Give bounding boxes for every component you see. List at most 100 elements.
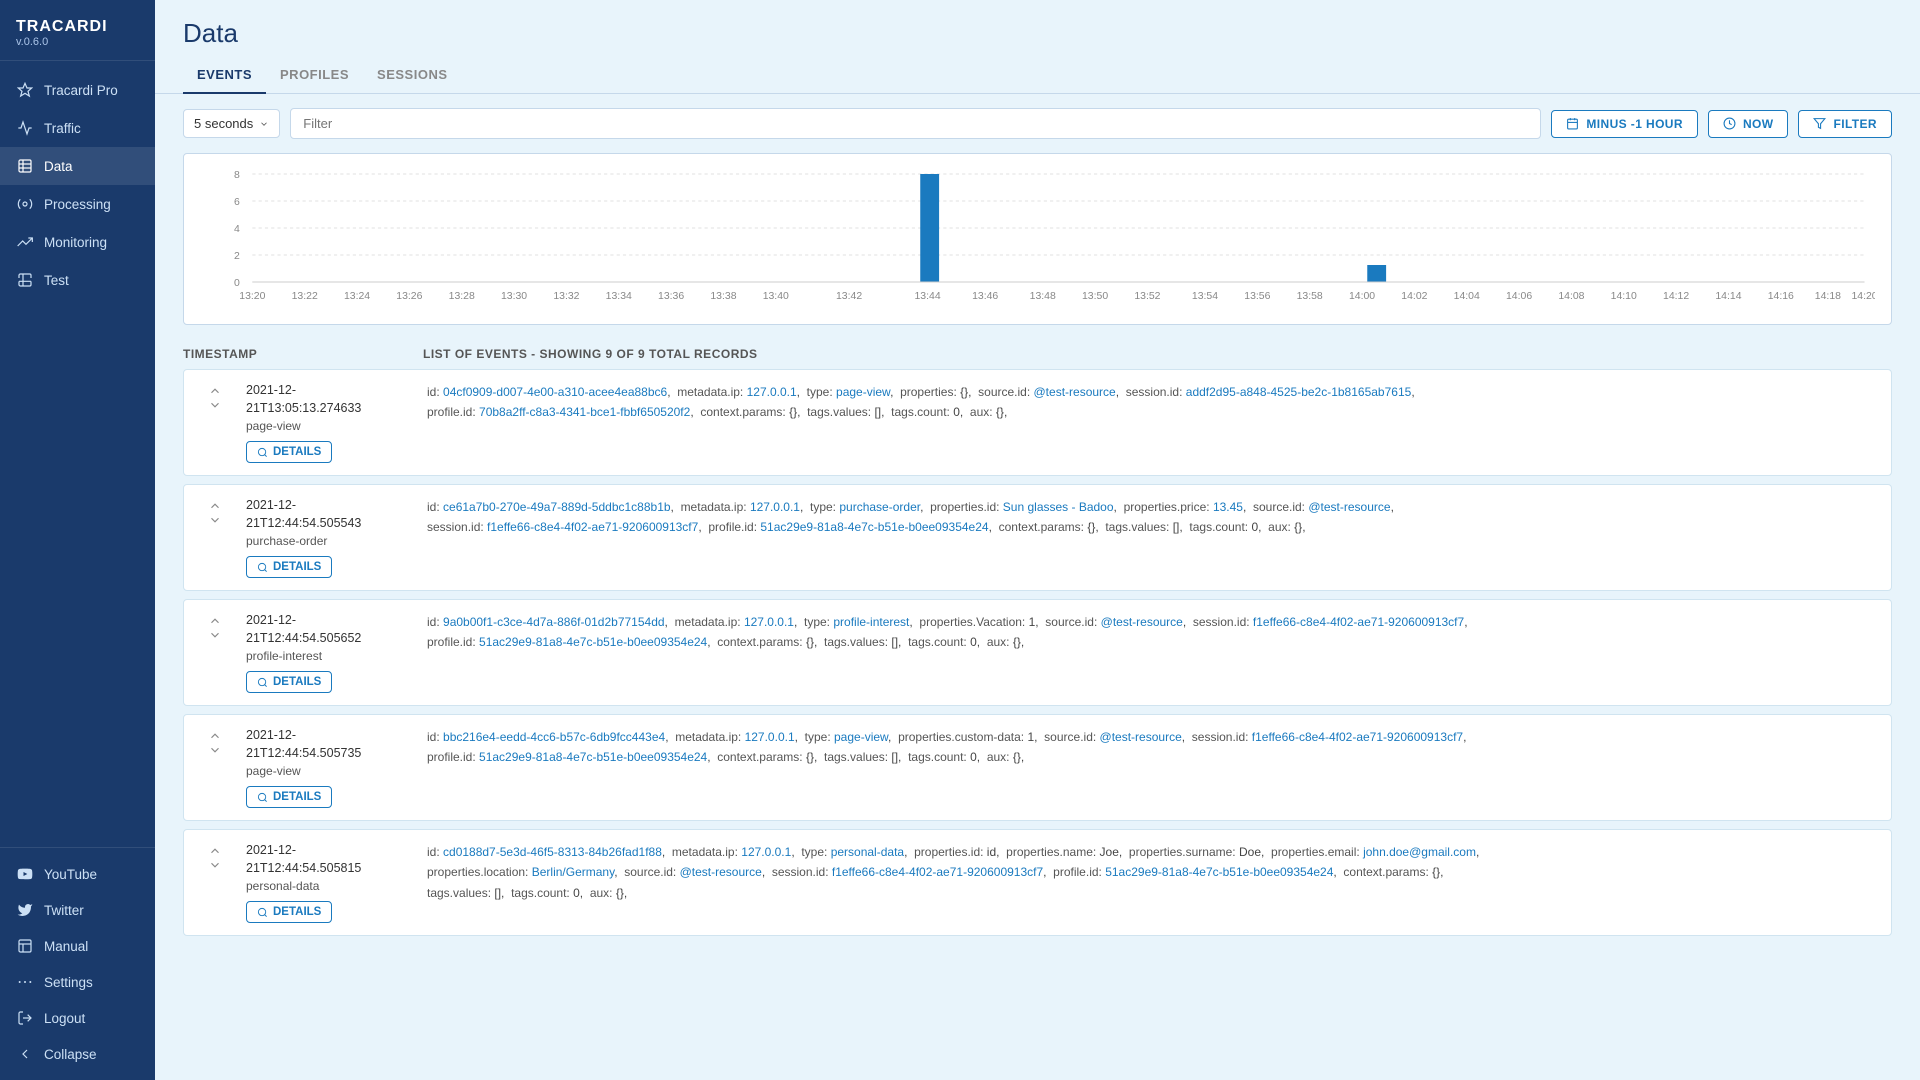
svg-text:13:36: 13:36: [658, 291, 684, 302]
details-label: DETAILS: [273, 561, 321, 573]
event-data: id: 9a0b00f1-c3ce-4d7a-886f-01d2b77154dd…: [427, 612, 1875, 653]
chart-area: 8 6 4 2 0 13:20 13:22 13:24 13:26: [200, 164, 1875, 314]
sidebar-item-youtube[interactable]: YouTube: [0, 856, 155, 892]
svg-text:13:34: 13:34: [606, 291, 632, 302]
row-timestamp-area: 2021-12-21T12:44:54.505735 page-view DET…: [246, 727, 411, 808]
svg-text:6: 6: [234, 197, 240, 208]
logo-area: TRACARDI v.0.6.0: [0, 0, 155, 61]
event-timestamp: 2021-12-21T12:44:54.505543: [246, 497, 411, 532]
svg-text:14:04: 14:04: [1454, 291, 1480, 302]
tab-profiles[interactable]: PROFILES: [266, 57, 363, 94]
sidebar-item-monitoring[interactable]: Monitoring: [0, 223, 155, 261]
arrow-up-icon: [208, 614, 222, 628]
details-icon: [257, 792, 268, 803]
table-row: 2021-12-21T12:44:54.505652 profile-inter…: [183, 599, 1892, 706]
details-label: DETAILS: [273, 906, 321, 918]
arrow-down-icon: [208, 858, 222, 872]
svg-text:13:58: 13:58: [1297, 291, 1323, 302]
sidebar-nav: Tracardi Pro Traffic Data Processing Mon…: [0, 61, 155, 847]
arrow-down-icon: [208, 398, 222, 412]
event-timestamp: 2021-12-21T12:44:54.505815: [246, 842, 411, 877]
row-timestamp-area: 2021-12-21T12:44:54.505543 purchase-orde…: [246, 497, 411, 578]
youtube-icon: [16, 865, 34, 883]
sidebar-item-collapse[interactable]: Collapse: [0, 1036, 155, 1072]
monitoring-icon: [16, 233, 34, 251]
event-data: id: ce61a7b0-270e-49a7-889d-5ddbc1c88b1b…: [427, 497, 1875, 538]
svg-text:13:52: 13:52: [1134, 291, 1160, 302]
details-button[interactable]: DETAILS: [246, 786, 332, 808]
event-type: purchase-order: [246, 534, 411, 548]
arrow-up-icon: [208, 499, 222, 513]
details-button[interactable]: DETAILS: [246, 671, 332, 693]
svg-text:13:42: 13:42: [836, 291, 862, 302]
details-icon: [257, 677, 268, 688]
svg-text:14:10: 14:10: [1611, 291, 1637, 302]
sidebar-item-traffic[interactable]: Traffic: [0, 109, 155, 147]
manual-icon: [16, 937, 34, 955]
row-timestamp-area: 2021-12-21T13:05:13.274633 page-view DET…: [246, 382, 411, 463]
test-icon: [16, 271, 34, 289]
svg-text:13:38: 13:38: [710, 291, 736, 302]
sidebar-item-logout[interactable]: Logout: [0, 1000, 155, 1036]
col-timestamp: TIMESTAMP: [183, 347, 383, 361]
details-icon: [257, 447, 268, 458]
sort-arrows: [208, 614, 222, 642]
sidebar-item-label: Processing: [44, 197, 111, 212]
sidebar-item-label: Test: [44, 273, 69, 288]
now-button[interactable]: NOW: [1708, 110, 1789, 138]
events-chart: 8 6 4 2 0 13:20 13:22 13:24 13:26: [183, 153, 1892, 325]
now-label: NOW: [1743, 117, 1774, 131]
svg-text:14:16: 14:16: [1768, 291, 1794, 302]
arrow-up-icon: [208, 729, 222, 743]
svg-text:14:02: 14:02: [1401, 291, 1427, 302]
tab-sessions[interactable]: SESSIONS: [363, 57, 461, 94]
svg-text:14:12: 14:12: [1663, 291, 1689, 302]
event-type: personal-data: [246, 879, 411, 893]
tab-events[interactable]: EVENTS: [183, 57, 266, 94]
svg-text:13:26: 13:26: [396, 291, 422, 302]
row-arrow-area: [200, 382, 230, 412]
row-timestamp-area: 2021-12-21T12:44:54.505652 profile-inter…: [246, 612, 411, 693]
svg-text:13:24: 13:24: [344, 291, 370, 302]
row-arrow-area: [200, 727, 230, 757]
svg-text:2: 2: [234, 251, 240, 262]
svg-text:13:32: 13:32: [553, 291, 579, 302]
chevron-down-icon: [259, 119, 269, 129]
filter-button[interactable]: FILTER: [1798, 110, 1892, 138]
filter-input[interactable]: [290, 108, 1541, 139]
details-icon: [257, 907, 268, 918]
filter-icon: [1813, 117, 1826, 130]
sidebar-item-manual[interactable]: Manual: [0, 928, 155, 964]
details-label: DETAILS: [273, 676, 321, 688]
sort-arrows: [208, 844, 222, 872]
sidebar-item-twitter[interactable]: Twitter: [0, 892, 155, 928]
svg-text:14:00: 14:00: [1349, 291, 1375, 302]
sidebar-item-processing[interactable]: Processing: [0, 185, 155, 223]
table-row: 2021-12-21T13:05:13.274633 page-view DET…: [183, 369, 1892, 476]
settings-icon: [16, 973, 34, 991]
traffic-icon: [16, 119, 34, 137]
tab-bar: EVENTS PROFILES SESSIONS: [155, 57, 1920, 94]
star-icon: [16, 81, 34, 99]
event-data: id: cd0188d7-5e3d-46f5-8313-84b26fad1f88…: [427, 842, 1875, 903]
sidebar-item-test[interactable]: Test: [0, 261, 155, 299]
details-button[interactable]: DETAILS: [246, 441, 332, 463]
details-button[interactable]: DETAILS: [246, 556, 332, 578]
event-type: page-view: [246, 764, 411, 778]
sidebar-item-label: Monitoring: [44, 235, 107, 250]
svg-text:8: 8: [234, 170, 240, 181]
sidebar-item-tracardi-pro[interactable]: Tracardi Pro: [0, 71, 155, 109]
sidebar-item-data[interactable]: Data: [0, 147, 155, 185]
minus-1hour-button[interactable]: MINUS -1 HOUR: [1551, 110, 1698, 138]
svg-text:13:56: 13:56: [1244, 291, 1270, 302]
event-timestamp: 2021-12-21T12:44:54.505735: [246, 727, 411, 762]
svg-text:13:50: 13:50: [1082, 291, 1108, 302]
sidebar-item-settings[interactable]: Settings: [0, 964, 155, 1000]
details-button[interactable]: DETAILS: [246, 901, 332, 923]
chart-svg: 8 6 4 2 0 13:20 13:22 13:24 13:26: [200, 164, 1875, 314]
sidebar-item-label: Tracardi Pro: [44, 83, 118, 98]
page-title: Data: [183, 18, 1892, 49]
event-timestamp: 2021-12-21T12:44:54.505652: [246, 612, 411, 647]
interval-selector[interactable]: 5 seconds: [183, 109, 280, 138]
table-row: 2021-12-21T12:44:54.505815 personal-data…: [183, 829, 1892, 936]
